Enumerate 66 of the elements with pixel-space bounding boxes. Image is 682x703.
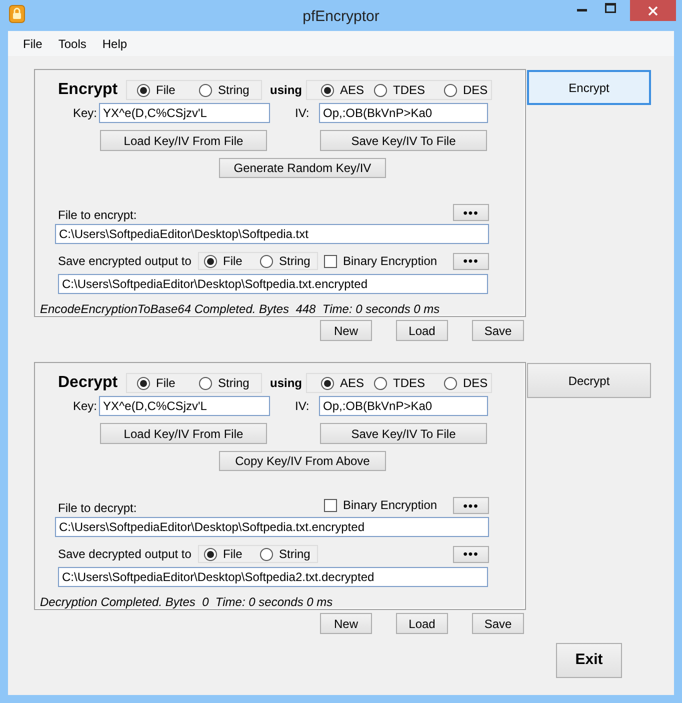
panel-heading: Decrypt bbox=[58, 373, 116, 393]
browse-button[interactable]: ••• bbox=[453, 204, 489, 221]
radio-option[interactable]: String bbox=[199, 374, 250, 392]
using-label: using bbox=[270, 82, 303, 99]
radio-option[interactable]: File bbox=[204, 545, 260, 563]
radio-option[interactable]: DES bbox=[444, 374, 488, 392]
iv-label: IV: bbox=[295, 398, 310, 415]
radio-option[interactable]: String bbox=[260, 545, 310, 563]
save-key-button[interactable]: Save Key/IV To File bbox=[320, 130, 487, 151]
save-button[interactable]: Save bbox=[472, 320, 524, 341]
binary-encryption-checkbox[interactable]: Binary Encryption bbox=[324, 252, 453, 270]
load-key-button[interactable]: Load Key/IV From File bbox=[100, 423, 267, 444]
radio-option[interactable]: String bbox=[260, 252, 310, 270]
radio-option[interactable]: File bbox=[137, 81, 199, 99]
radio-option[interactable]: File bbox=[204, 252, 260, 270]
output-path-field[interactable]: C:\Users\SoftpediaEditor\Desktop\Softpedia2.txt.decrypted bbox=[58, 567, 488, 587]
output-label: Save encrypted output to bbox=[58, 253, 192, 270]
load-button[interactable]: Load bbox=[396, 320, 448, 341]
radio-option[interactable]: TDES bbox=[374, 374, 444, 392]
file-path-field[interactable]: C:\Users\SoftpediaEditor\Desktop\Softpedia.txt bbox=[55, 224, 489, 244]
status-text: Decryption Completed. Bytes 0 Time: 0 seconds 0 ms bbox=[40, 594, 334, 611]
iv-label: IV: bbox=[295, 105, 310, 122]
generate-key-button[interactable]: Generate Random Key/IV bbox=[219, 158, 386, 178]
window-title: pfEncryptor bbox=[302, 7, 380, 27]
new-button[interactable]: New bbox=[320, 613, 372, 634]
new-button[interactable]: New bbox=[320, 320, 372, 341]
lock-icon bbox=[9, 5, 25, 23]
browse-button[interactable]: ••• bbox=[453, 546, 489, 562]
load-key-button[interactable]: Load Key/IV From File bbox=[100, 130, 267, 151]
status-text: EncodeEncryptionToBase64 Completed. Bytes 448 Time: 0 seconds 0 ms bbox=[40, 301, 441, 318]
panel-heading: Encrypt bbox=[58, 80, 116, 100]
radio-option[interactable]: AES bbox=[321, 374, 374, 392]
iv-field[interactable]: Op,:OB(BkVnP>Ka0 bbox=[319, 103, 488, 123]
iv-field[interactable]: Op,:OB(BkVnP>Ka0 bbox=[319, 396, 488, 416]
menu-item[interactable]: File bbox=[15, 34, 50, 52]
load-button[interactable]: Load bbox=[396, 613, 448, 634]
radio-option[interactable]: AES bbox=[321, 81, 374, 99]
close-icon bbox=[648, 6, 658, 16]
maximize-icon[interactable] bbox=[605, 3, 616, 13]
menu-item[interactable]: Help bbox=[94, 34, 136, 52]
file-label: File to decrypt: bbox=[58, 502, 138, 514]
menu-item[interactable]: Tools bbox=[50, 34, 94, 52]
encrypt-button[interactable]: Encrypt bbox=[527, 70, 651, 105]
radio-option[interactable]: String bbox=[199, 81, 250, 99]
radio-option[interactable]: TDES bbox=[374, 81, 444, 99]
browse-button[interactable]: ••• bbox=[453, 497, 489, 514]
key-field[interactable]: YX^e(D,C%CSjzv'L bbox=[99, 103, 270, 123]
using-label: using bbox=[270, 375, 303, 392]
file-path-field[interactable]: C:\Users\SoftpediaEditor\Desktop\Softpedia.txt.encrypted bbox=[55, 517, 489, 537]
exit-button[interactable]: Exit bbox=[556, 643, 622, 678]
output-label: Save decrypted output to bbox=[58, 546, 192, 563]
file-label: File to encrypt: bbox=[58, 209, 138, 221]
copy-key-button[interactable]: Copy Key/IV From Above bbox=[219, 451, 386, 471]
key-label: Key: bbox=[73, 105, 98, 122]
close-button[interactable] bbox=[630, 0, 676, 21]
output-path-field[interactable]: C:\Users\SoftpediaEditor\Desktop\Softpedia.txt.encrypted bbox=[58, 274, 488, 294]
minimize-icon[interactable] bbox=[577, 9, 587, 12]
key-label: Key: bbox=[73, 398, 98, 415]
radio-option[interactable]: DES bbox=[444, 81, 488, 99]
decrypt-button[interactable]: Decrypt bbox=[527, 363, 651, 398]
browse-button[interactable]: ••• bbox=[453, 252, 489, 270]
save-button[interactable]: Save bbox=[472, 613, 524, 634]
save-key-button[interactable]: Save Key/IV To File bbox=[320, 423, 487, 444]
radio-option[interactable]: File bbox=[137, 374, 199, 392]
binary-encryption-checkbox[interactable]: Binary Encryption bbox=[324, 496, 453, 514]
key-field[interactable]: YX^e(D,C%CSjzv'L bbox=[99, 396, 270, 416]
